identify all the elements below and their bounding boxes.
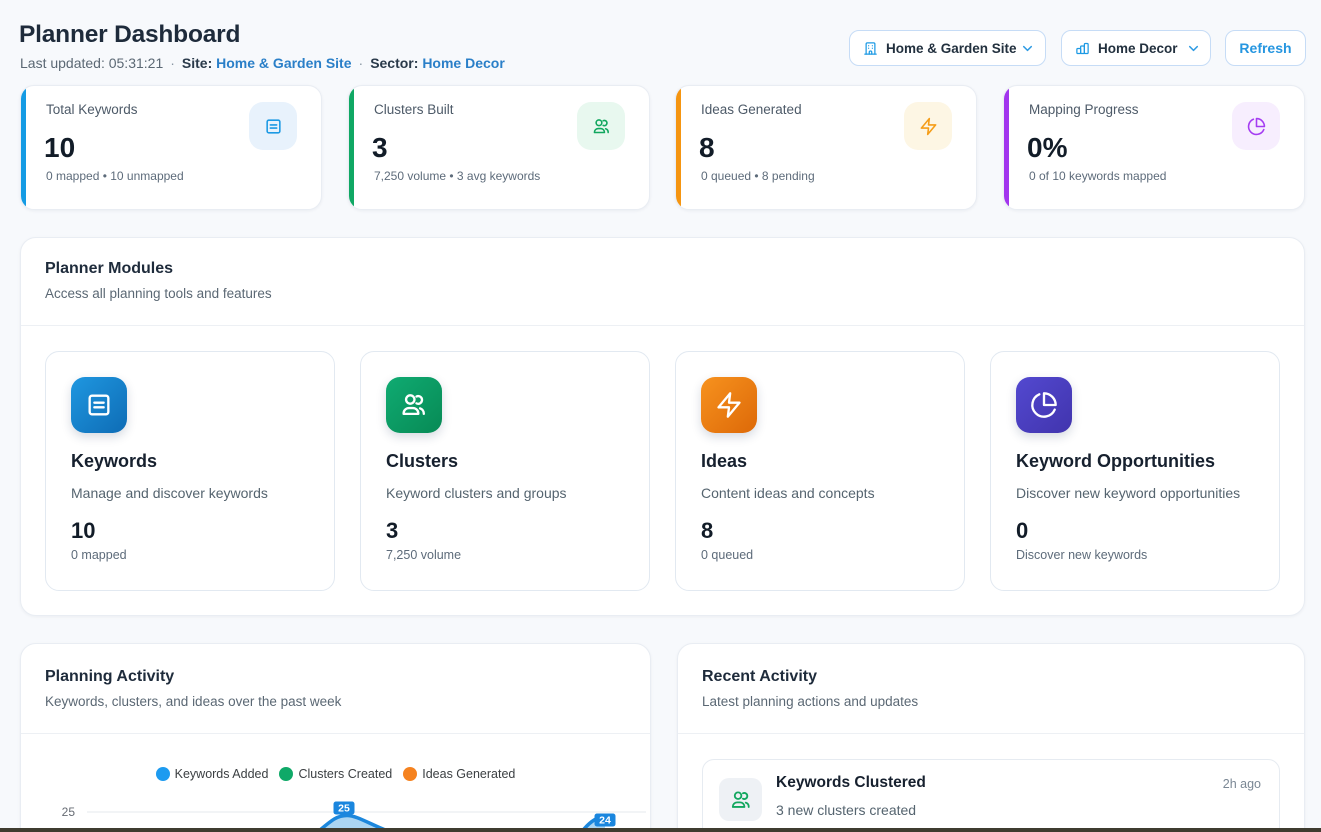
svg-text:25: 25 (62, 805, 76, 819)
svg-text:24: 24 (599, 815, 611, 827)
svg-text:25: 25 (338, 803, 350, 815)
